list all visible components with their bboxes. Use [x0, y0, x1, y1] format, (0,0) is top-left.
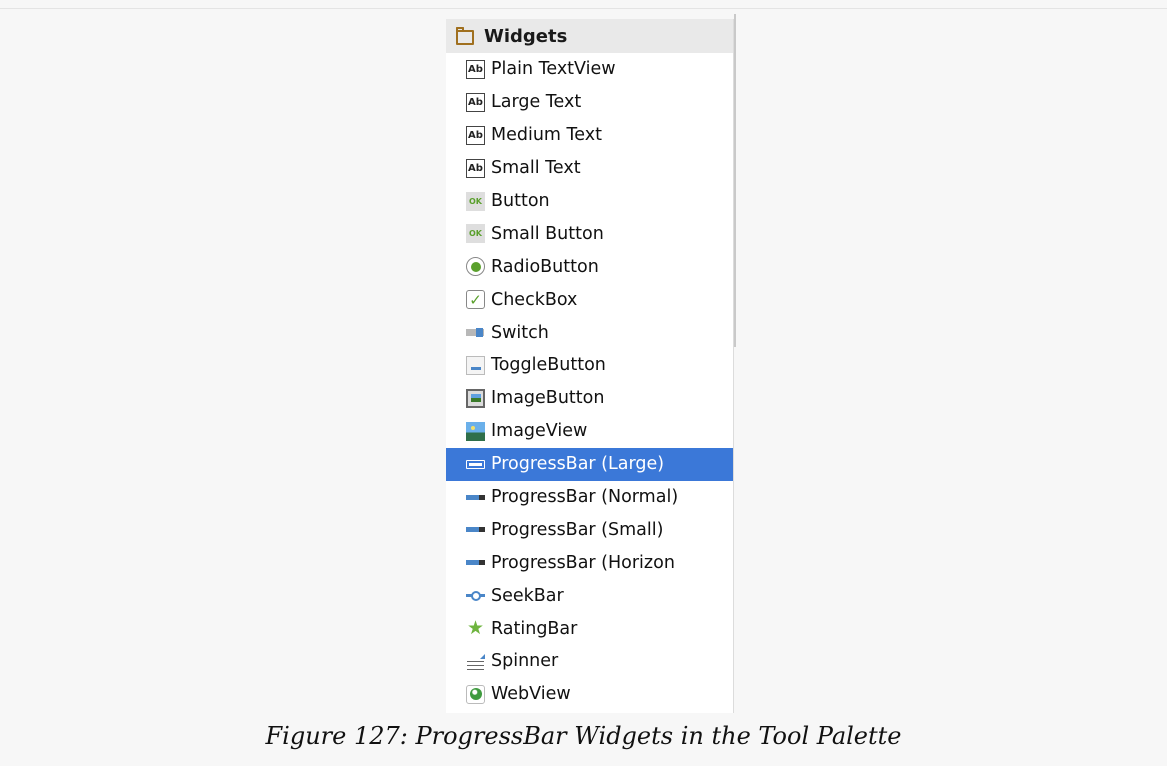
- palette-item-progressbar-normal[interactable]: ProgressBar (Normal): [446, 481, 733, 514]
- figure-caption: Figure 127: ProgressBar Widgets in the T…: [265, 722, 902, 750]
- palette-item-label: Button: [491, 191, 550, 211]
- palette-item-button[interactable]: OK Button: [446, 185, 733, 218]
- palette-item-label: Small Text: [491, 158, 581, 179]
- palette-item-label: ProgressBar (Small): [491, 519, 664, 540]
- palette-item-label: Spinner: [491, 651, 559, 672]
- palette-item-label: Small Button: [491, 223, 604, 244]
- palette-item-checkbox[interactable]: ✓ CheckBox: [446, 283, 733, 316]
- palette-header-label: Widgets: [484, 25, 568, 47]
- ok-button-icon: OK: [466, 224, 485, 244]
- palette-item-label: Medium Text: [491, 125, 602, 146]
- palette-item-label: SeekBar: [491, 585, 564, 606]
- palette-item-label: Switch: [491, 322, 549, 343]
- top-divider: [0, 8, 1167, 9]
- palette-header-widgets[interactable]: Widgets: [446, 19, 733, 53]
- ab-text-icon: Ab: [466, 59, 485, 79]
- palette-item-label: RadioButton: [491, 256, 599, 277]
- palette-item-label: ToggleButton: [491, 355, 606, 376]
- image-view-icon: [466, 421, 485, 441]
- palette-item-small-text[interactable]: Ab Small Text: [446, 152, 733, 185]
- palette-item-plain-textview[interactable]: Ab Plain TextView: [446, 53, 733, 86]
- palette-item-label: CheckBox: [491, 289, 578, 310]
- palette-item-togglebutton[interactable]: ToggleButton: [446, 349, 733, 382]
- palette-item-imagebutton[interactable]: ImageButton: [446, 382, 733, 415]
- palette-item-large-text[interactable]: Ab Large Text: [446, 86, 733, 119]
- palette-item-small-button[interactable]: OK Small Button: [446, 217, 733, 250]
- seekbar-icon: [466, 586, 485, 605]
- palette-item-label: ProgressBar (Normal): [491, 487, 679, 508]
- palette-item-label: Plain TextView: [491, 59, 616, 80]
- palette-item-ratingbar[interactable]: ★ RatingBar: [446, 612, 733, 645]
- palette-item-label: ProgressBar (Large): [491, 454, 665, 475]
- image-button-icon: [466, 388, 485, 408]
- folder-icon: [456, 26, 474, 45]
- progressbar-icon: [466, 488, 485, 507]
- palette-item-spinner[interactable]: Spinner: [446, 645, 733, 678]
- palette-item-medium-text[interactable]: Ab Medium Text: [446, 119, 733, 152]
- palette-item-label: Large Text: [491, 92, 582, 113]
- palette-item-label: WebView: [491, 684, 571, 705]
- ok-button-icon: OK: [466, 191, 485, 211]
- palette-item-progressbar-small[interactable]: ProgressBar (Small): [446, 513, 733, 546]
- palette-scroll-divider[interactable]: [734, 14, 736, 347]
- star-icon: ★: [466, 617, 485, 640]
- ab-text-icon: Ab: [466, 158, 485, 178]
- globe-icon: [466, 684, 485, 704]
- palette-item-label: ImageButton: [491, 388, 605, 409]
- palette-item-progressbar-horizontal[interactable]: ProgressBar (Horizon: [446, 546, 733, 579]
- radio-button-icon: [466, 257, 485, 277]
- palette-item-progressbar-large[interactable]: ProgressBar (Large): [446, 447, 733, 481]
- palette-item-webview[interactable]: WebView: [446, 678, 733, 711]
- palette-item-seekbar[interactable]: SeekBar: [446, 579, 733, 612]
- palette-item-label: ImageView: [491, 421, 588, 442]
- palette-item-label: ProgressBar (Horizon: [491, 552, 675, 573]
- ab-text-icon: Ab: [466, 92, 485, 112]
- spinner-icon: [466, 652, 485, 671]
- toggle-button-icon: [466, 355, 485, 375]
- palette-item-radiobutton[interactable]: RadioButton: [446, 250, 733, 283]
- progressbar-icon: [466, 553, 485, 572]
- widget-palette: Widgets Ab Plain TextView Ab Large Text …: [446, 19, 734, 713]
- palette-item-switch[interactable]: Switch: [446, 316, 733, 349]
- progressbar-icon: [466, 520, 485, 539]
- palette-item-label: RatingBar: [491, 618, 578, 639]
- progressbar-icon: [466, 459, 485, 469]
- palette-item-imageview[interactable]: ImageView: [446, 415, 733, 448]
- switch-icon: [466, 323, 485, 342]
- ab-text-icon: Ab: [466, 125, 485, 145]
- checkbox-icon: ✓: [466, 290, 485, 310]
